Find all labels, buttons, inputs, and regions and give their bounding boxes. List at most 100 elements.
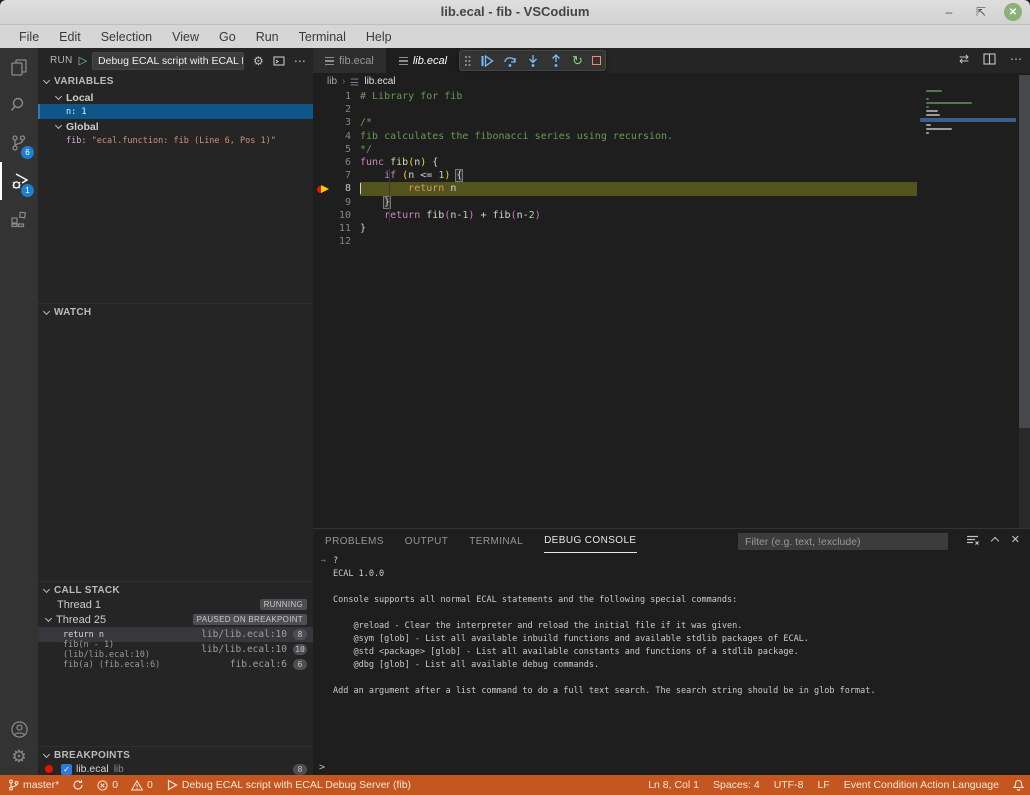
gutter[interactable]: 8 [313,182,360,195]
continue-icon[interactable] [480,54,494,68]
breakpoint-file: lib.ecal [76,763,109,775]
call-stack-frame-row[interactable]: fib(a) (fib.ecal:6)fib.ecal:66 [38,657,313,672]
step-into-icon[interactable] [526,54,540,68]
gutter[interactable]: 5 [313,143,360,156]
toolbar-drag-handle[interactable] [464,54,471,68]
code-line-8[interactable]: 8 return n [313,182,917,195]
breadcrumb-folder[interactable]: lib [327,76,337,87]
gutter[interactable]: 12 [313,235,360,248]
status-warning[interactable]: 0 [131,779,153,791]
status-bell[interactable] [1013,779,1024,791]
gutter[interactable]: 10 [313,209,360,222]
code-line-3[interactable]: 3/* [313,116,917,129]
console-line: Console supports all normal ECAL stateme… [313,594,1030,607]
run-and-debug-icon[interactable]: 1 [0,162,38,200]
debug-config-dropdown[interactable]: Debug ECAL script with ECAL D [92,52,244,70]
gutter[interactable]: 2 [313,103,360,116]
editor-scrollbar-slider[interactable] [1019,75,1030,428]
call-stack-section-header[interactable]: CALL STACK [38,581,313,598]
status-lf[interactable]: LF [817,779,829,791]
gutter[interactable]: 9 [313,196,360,209]
open-changes-icon[interactable]: ⇄ [959,52,969,66]
accounts-icon[interactable] [10,720,29,739]
gutter[interactable]: 6 [313,156,360,169]
maximize-panel-icon[interactable] [991,537,999,545]
code-line-11[interactable]: 11} [313,222,917,235]
thread-status-badge: PAUSED ON BREAKPOINT [193,614,307,625]
code-line-7[interactable]: 7 if (n <= 1) { [313,169,917,182]
breakpoint-row[interactable]: ✓ lib.ecal lib 8 [38,762,313,776]
code-line-6[interactable]: 6func fib(n) { [313,156,917,169]
tab-output[interactable]: OUTPUT [405,529,449,553]
code-line-10[interactable]: 10 return fib(n-1) + fib(n-2) [313,209,917,222]
status-ln-8-col-1[interactable]: Ln 8, Col 1 [648,779,699,791]
call-stack-thread-row[interactable]: Thread 25PAUSED ON BREAKPOINT [38,612,313,627]
breadcrumb-file[interactable]: lib.ecal [364,76,395,87]
menu-run[interactable]: Run [247,28,288,46]
close-panel-icon[interactable]: ✕ [1011,533,1020,546]
console-filter-input[interactable]: Filter (e.g. text, !exclude) [738,533,948,550]
line-number: 3 [345,117,351,128]
tab-fib-ecal[interactable]: fib.ecal [313,48,387,73]
code-editor[interactable]: 1# Library for fib23/*4fib calculates th… [313,90,1030,528]
source-control-icon[interactable]: 6 [0,124,38,162]
tab-debug-console[interactable]: DEBUG CONSOLE [544,529,636,553]
extensions-icon[interactable] [0,200,38,238]
console-prompt-chevron[interactable]: > [319,762,325,773]
gutter[interactable]: 7 [313,169,360,182]
breadcrumb[interactable]: lib › lib.ecal [313,73,1030,90]
status-spaces-4[interactable]: Spaces: 4 [713,779,760,791]
code-line-4[interactable]: 4fib calculates the fibonacci series usi… [313,130,917,143]
step-over-icon[interactable] [503,54,517,68]
menu-file[interactable]: File [10,28,48,46]
stop-icon[interactable] [592,56,601,65]
tab-lib-ecal[interactable]: lib.ecal [387,48,460,73]
minimap[interactable] [920,90,1016,528]
variables-section-header[interactable]: VARIABLES [38,73,313,90]
status-error[interactable]: 0 [97,779,118,791]
views-more-actions-icon[interactable]: ⋯ [294,54,306,68]
status-utf-8[interactable]: UTF-8 [774,779,804,791]
split-editor-icon[interactable] [983,53,996,65]
menu-edit[interactable]: Edit [50,28,90,46]
debug-console-icon[interactable] [273,55,285,67]
status-debug[interactable]: Debug ECAL script with ECAL Debug Server… [166,779,411,791]
call-stack-frame-row[interactable]: fib(n - 1) (lib/lib.ecal:10)lib/lib.ecal… [38,642,313,657]
menu-selection[interactable]: Selection [92,28,161,46]
gutter[interactable]: 1 [313,90,360,103]
tab-problems[interactable]: PROBLEMS [325,529,384,553]
gutter[interactable]: 4 [313,130,360,143]
status-event-condition-action-language[interactable]: Event Condition Action Language [844,779,999,791]
gutter[interactable]: 11 [313,222,360,235]
restart-icon[interactable]: ↻ [572,54,583,68]
call-stack-thread-row[interactable]: Thread 1RUNNING [38,597,313,612]
gutter[interactable]: 3 [313,116,360,129]
status-sync[interactable] [72,779,84,791]
code-line-2[interactable]: 2 [313,103,917,116]
variable-row-n[interactable]: n: 1 [38,104,313,119]
start-debugging-icon[interactable]: ▷ [79,54,87,67]
code-line-5[interactable]: 5*/ [313,143,917,156]
status-branch[interactable]: master* [8,779,59,791]
code-line-9[interactable]: 9 } [313,196,917,209]
variables-group-local[interactable]: Local [38,90,93,105]
launch-settings-gear-icon[interactable]: ⚙ [253,54,264,68]
code-line-12[interactable]: 12 [313,235,917,248]
step-out-icon[interactable] [549,54,563,68]
code-line-1[interactable]: 1# Library for fib [313,90,917,103]
breakpoint-current-frame-icon[interactable] [317,185,331,194]
breakpoint-checkbox[interactable]: ✓ [61,764,72,775]
file-icon [325,57,334,65]
menu-go[interactable]: Go [210,28,245,46]
variable-row-fib[interactable]: fib: "ecal.function: fib (Line 6, Pos 1)… [38,133,313,148]
clear-console-icon[interactable] [966,534,979,546]
watch-section-header[interactable]: WATCH [38,303,313,320]
tab-terminal[interactable]: TERMINAL [469,529,523,553]
variables-group-global[interactable]: Global [38,119,99,134]
editor-more-actions-icon[interactable]: ⋯ [1010,52,1022,66]
search-icon[interactable] [0,86,38,124]
menu-view[interactable]: View [163,28,208,46]
breakpoints-section-header[interactable]: BREAKPOINTS [38,746,313,763]
explorer-icon[interactable] [0,48,38,86]
settings-gear-icon[interactable]: ⚙ [11,747,26,767]
